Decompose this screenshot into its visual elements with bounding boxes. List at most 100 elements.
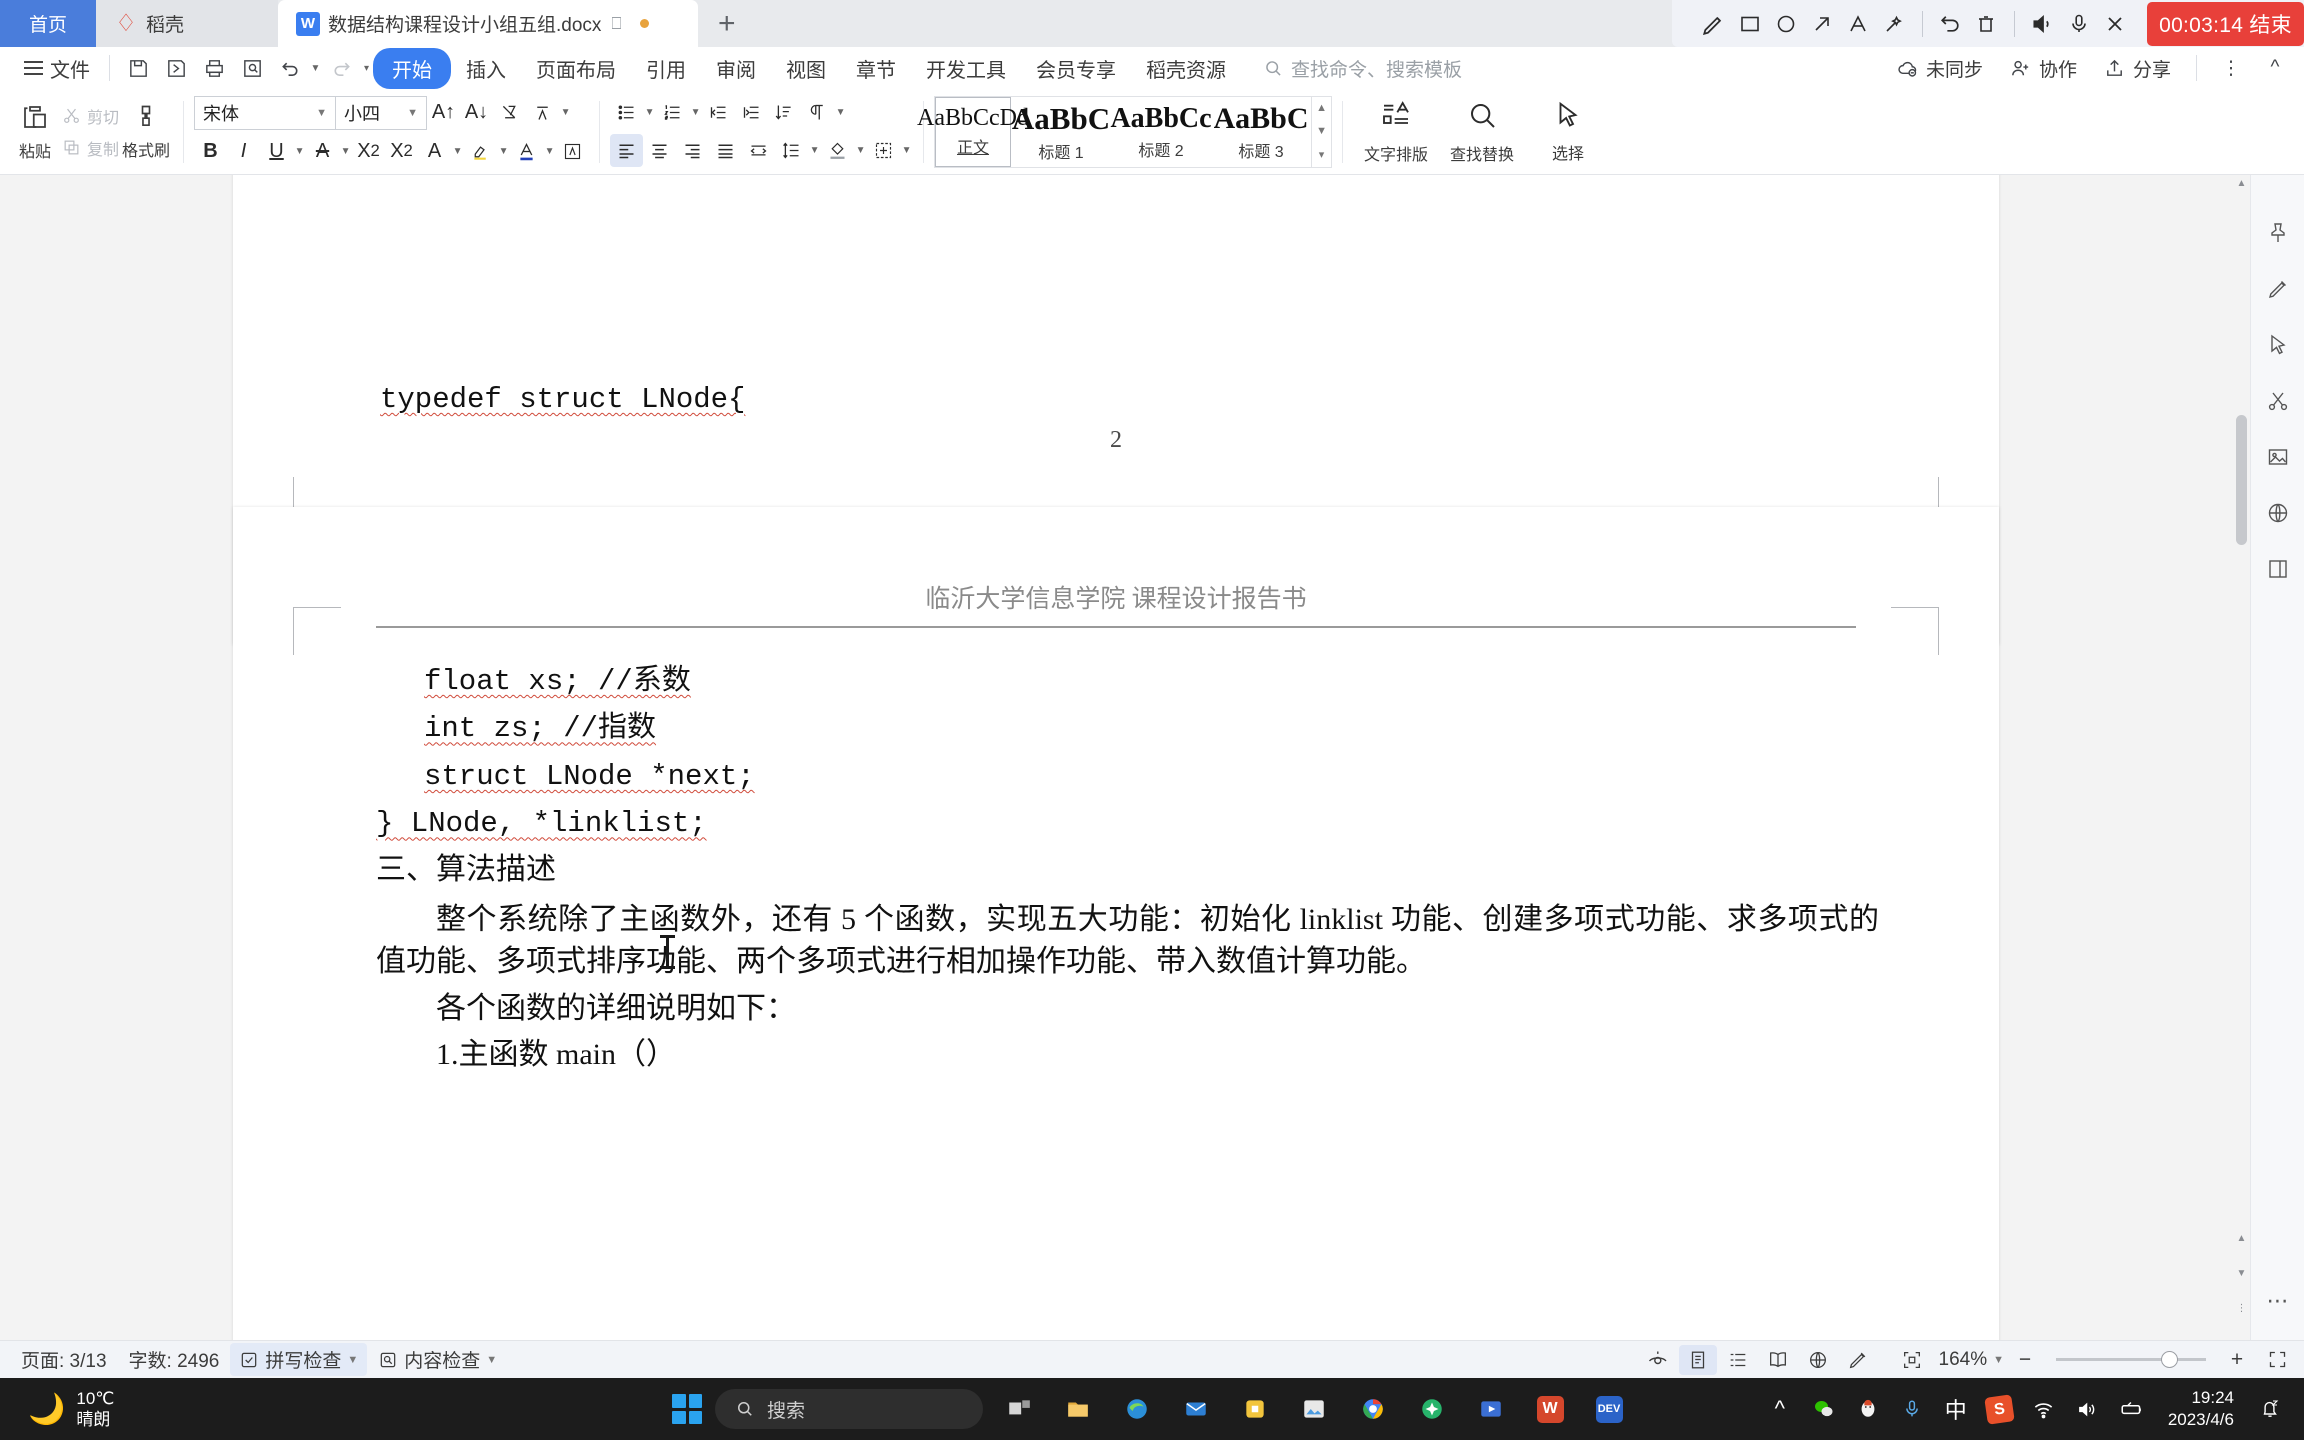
edge-icon[interactable] (1114, 1386, 1160, 1432)
globe-icon[interactable] (2266, 501, 2290, 531)
underline-button[interactable]: U (260, 135, 293, 168)
sort-button[interactable] (768, 96, 801, 129)
outline-view-icon[interactable] (1719, 1345, 1757, 1375)
task-view-icon[interactable] (996, 1386, 1042, 1432)
highlight-button[interactable] (464, 135, 497, 168)
tab-document[interactable]: W 数据结构课程设计小组五组.docx ⎕ (278, 0, 698, 47)
panel-icon[interactable] (2266, 557, 2290, 587)
save-icon[interactable] (119, 51, 157, 85)
qq-icon[interactable] (1848, 1386, 1888, 1432)
style-heading-2[interactable]: AaBbCc 标题 2 (1110, 97, 1211, 167)
paste-button[interactable]: 粘贴 (8, 102, 62, 162)
font-color-dropdown-icon[interactable]: ▼ (543, 146, 556, 157)
shading-button[interactable] (821, 134, 854, 167)
style-heading-1[interactable]: AaBbC 标题 1 (1011, 97, 1111, 167)
tab-chapter[interactable]: 章节 (841, 49, 911, 88)
media-icon[interactable] (1468, 1386, 1514, 1432)
chevron-down-icon[interactable]: ▼ (559, 107, 572, 118)
select-button[interactable]: 选择 (1525, 100, 1611, 164)
more-horizontal-icon[interactable]: ⋯ (2267, 1288, 2289, 1314)
scroll-up-arrow[interactable]: ▲ (2233, 175, 2250, 192)
pin-icon[interactable] (2266, 221, 2290, 251)
image-icon[interactable] (2266, 445, 2290, 475)
edit-pen-icon[interactable] (1839, 1345, 1877, 1375)
zoom-slider-knob[interactable] (2161, 1351, 2178, 1368)
rectangle-icon[interactable] (1732, 0, 1768, 47)
start-button[interactable] (672, 1394, 702, 1424)
tab-docer-resources[interactable]: 稻壳资源 (1131, 49, 1241, 88)
arrow-icon[interactable] (1804, 0, 1840, 47)
show-marks-button[interactable] (801, 96, 834, 129)
chevron-up-icon[interactable]: ^ (1760, 1386, 1800, 1432)
zoom-in-button[interactable]: + (2218, 1345, 2256, 1375)
bullet-list-button[interactable] (610, 96, 643, 129)
zoom-slider[interactable] (2056, 1351, 2206, 1368)
select-cursor-icon[interactable] (2266, 333, 2290, 363)
page2-body[interactable]: float xs; //系数 int zs; //指数 struct LNode… (376, 662, 1879, 1076)
bold-button[interactable]: B (194, 135, 227, 168)
close-icon[interactable] (2097, 0, 2133, 47)
tab-member[interactable]: 会员专享 (1021, 49, 1131, 88)
font-size-select[interactable]: 小四 ▼ (335, 95, 428, 130)
trash-icon[interactable] (1969, 0, 2005, 47)
more-vertical-icon[interactable]: ⋮ (2212, 51, 2250, 85)
read-view-icon[interactable] (1759, 1345, 1797, 1375)
shading-dropdown-icon[interactable]: ▼ (854, 145, 867, 156)
ellipse-icon[interactable] (1768, 0, 1804, 47)
copy-button[interactable]: 复制 (62, 133, 119, 163)
command-search[interactable]: 查找命令、搜索模板 (1263, 55, 1462, 82)
increase-indent-button[interactable] (735, 96, 768, 129)
numbered-dropdown-icon[interactable]: ▼ (689, 107, 702, 118)
chevron-down-icon[interactable]: ▼ (486, 1354, 497, 1366)
collaborate-button[interactable]: 协作 (1999, 55, 2087, 82)
tab-start[interactable]: 开始 (373, 47, 451, 89)
superscript-button[interactable]: X2 (352, 135, 385, 168)
pinyin-guide-icon[interactable] (526, 96, 559, 129)
web-view-icon[interactable] (1799, 1345, 1837, 1375)
new-tab-button[interactable]: + (698, 0, 756, 47)
italic-button[interactable]: I (227, 135, 260, 168)
pen-icon[interactable] (1696, 0, 1732, 47)
style-gallery-scroll[interactable]: ▲ ▼ ▾ (1311, 96, 1331, 167)
distribute-button[interactable] (742, 134, 775, 167)
tab-page-layout[interactable]: 页面布局 (521, 49, 631, 88)
word-count[interactable]: 字数: 2496 (118, 1346, 231, 1373)
text-effects-dropdown-icon[interactable]: ▼ (451, 146, 464, 157)
share-button[interactable]: 分享 (2093, 55, 2181, 82)
zoom-level[interactable]: 164% (1933, 1349, 1992, 1371)
align-right-button[interactable] (676, 134, 709, 167)
char-border-button[interactable] (556, 135, 589, 168)
line-spacing-dropdown-icon[interactable]: ▼ (808, 145, 821, 156)
tab-home[interactable]: 首页 (0, 0, 96, 47)
mail-icon[interactable] (1173, 1386, 1219, 1432)
borders-dropdown-icon[interactable]: ▼ (900, 145, 913, 156)
chrome-icon[interactable] (1350, 1386, 1396, 1432)
tab-insert[interactable]: 插入 (451, 49, 521, 88)
find-replace-button[interactable]: 查找替换 (1439, 99, 1525, 165)
scroll-page-up-arrow[interactable]: ▲ (2233, 1230, 2250, 1247)
tab-references[interactable]: 引用 (631, 49, 701, 88)
page-view-icon[interactable] (1678, 1344, 1717, 1375)
scrollbar-thumb[interactable] (2236, 415, 2247, 545)
ime-icon[interactable]: 中 (1936, 1386, 1976, 1432)
font-color-button[interactable] (510, 135, 543, 168)
cut-button[interactable]: 剪切 (62, 101, 119, 131)
increase-font-size-button[interactable]: A↑ (427, 96, 460, 129)
decrease-font-size-button[interactable]: A↓ (460, 96, 493, 129)
taskbar-search[interactable]: 搜索 (715, 1389, 983, 1429)
subscript-button[interactable]: X2 (385, 135, 418, 168)
format-painter-button[interactable]: 格式刷 (119, 103, 173, 161)
chevron-down-icon[interactable]: ▼ (347, 1354, 358, 1366)
strikethrough-dropdown-icon[interactable]: ▼ (339, 146, 352, 157)
style-heading-3[interactable]: AaBbC 标题 3 (1211, 97, 1311, 167)
zoom-out-button[interactable]: − (2006, 1345, 2044, 1375)
page-indicator[interactable]: 页面: 3/13 (10, 1346, 118, 1373)
scroll-down-arrow[interactable]: ⋮ (2233, 1300, 2250, 1317)
magic-wand-icon[interactable] (1876, 0, 1912, 47)
undo-icon[interactable] (271, 51, 309, 85)
tab-view[interactable]: 视图 (771, 49, 841, 88)
tab-review[interactable]: 审阅 (701, 49, 771, 88)
document-page-2[interactable]: 临沂大学信息学院 课程设计报告书 float xs; //系数 int zs; … (233, 507, 1999, 1340)
wps-icon[interactable]: W (1527, 1386, 1573, 1432)
clear-format-icon[interactable] (493, 96, 526, 129)
